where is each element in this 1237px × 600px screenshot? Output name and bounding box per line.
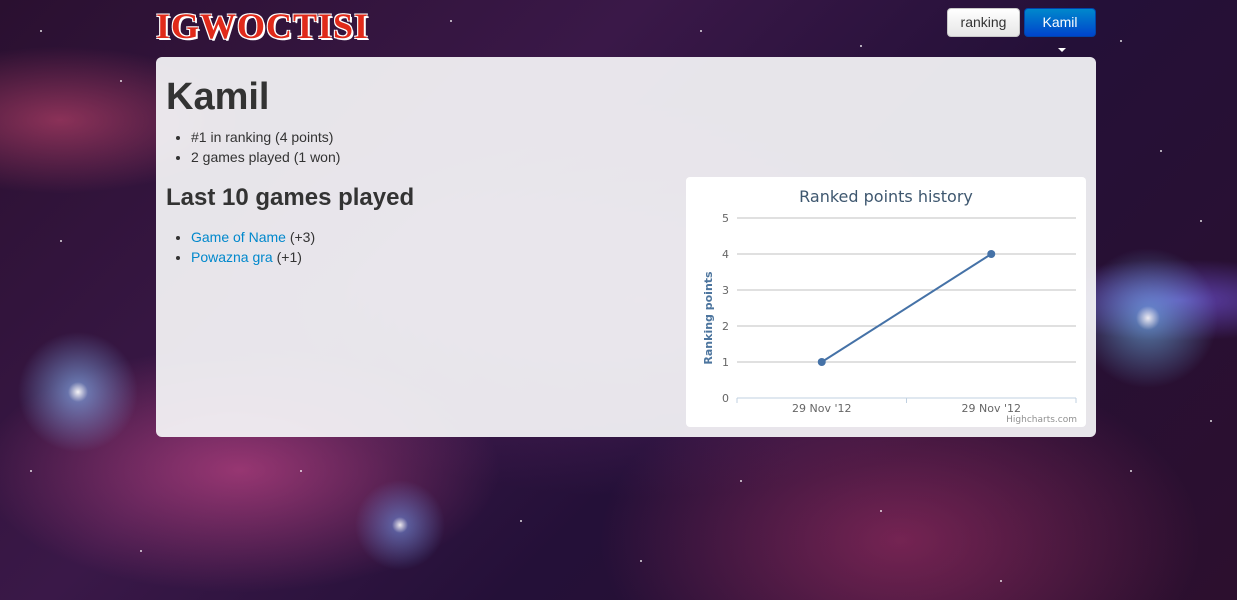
star-decoration <box>1210 420 1212 422</box>
star-decoration <box>300 470 302 472</box>
user-menu-button[interactable]: Kamil <box>1024 8 1096 53</box>
star-decoration <box>40 30 42 32</box>
data-point <box>817 358 826 366</box>
star-decoration <box>740 480 742 482</box>
game-link[interactable]: Powazna gra <box>191 249 273 265</box>
data-point <box>987 250 996 258</box>
game-link[interactable]: Game of Name <box>191 229 286 245</box>
star-decoration <box>700 30 702 32</box>
user-menu-label: Kamil <box>1042 14 1078 30</box>
game-points-delta: (+3) <box>289 229 316 245</box>
star-decoration <box>880 510 882 512</box>
star-decoration <box>1160 150 1162 152</box>
chart-title: Ranked points history <box>799 187 973 206</box>
star-decoration <box>120 80 122 82</box>
list-item: Powazna gra (+1) <box>191 247 315 267</box>
y-tick-label: 5 <box>722 212 729 225</box>
caret-down-icon <box>1058 48 1066 53</box>
star-decoration <box>60 240 62 242</box>
last-games-heading: Last 10 games played <box>166 184 415 211</box>
y-tick-label: 0 <box>722 392 729 405</box>
star-decoration <box>30 470 32 472</box>
list-item: Game of Name (+3) <box>191 227 315 247</box>
profile-panel: Kamil #1 in ranking (4 points) 2 games p… <box>156 57 1096 437</box>
star-decoration <box>1120 40 1122 42</box>
chart-credits: Highcharts.com <box>1006 415 1077 425</box>
site-logo[interactable]: IGWOCTISI <box>156 6 369 46</box>
star-decoration <box>1000 580 1002 582</box>
y-axis-title: Ranking points <box>702 271 715 365</box>
y-tick-label: 2 <box>722 320 729 333</box>
chart-canvas: Ranked points history Ranking points Hig… <box>702 187 1077 425</box>
y-tick-label: 3 <box>722 284 729 297</box>
star-decoration <box>1200 220 1202 222</box>
games-list: Game of Name (+3) Powazna gra (+1) <box>166 227 315 267</box>
profile-name: Kamil <box>166 76 270 118</box>
star-decoration <box>640 560 642 562</box>
star-decoration <box>1130 470 1132 472</box>
y-tick-label: 1 <box>722 356 729 369</box>
game-points-delta: (+1) <box>276 249 302 265</box>
stat-ranking: #1 in ranking (4 points) <box>191 127 340 147</box>
star-decoration <box>520 520 522 522</box>
star-decoration <box>450 20 452 22</box>
x-tick-label: 29 Nov '12 <box>962 402 1021 415</box>
x-tick-label: 29 Nov '12 <box>792 402 851 415</box>
y-tick-label: 4 <box>722 248 729 261</box>
stat-games-played: 2 games played (1 won) <box>191 147 340 167</box>
profile-stats-list: #1 in ranking (4 points) 2 games played … <box>166 127 340 167</box>
series-line <box>821 253 992 363</box>
star-decoration <box>860 45 862 47</box>
ranked-points-chart: Ranked points history Ranking points Hig… <box>686 177 1086 427</box>
ranking-button[interactable]: ranking <box>947 8 1020 37</box>
star-decoration <box>140 550 142 552</box>
